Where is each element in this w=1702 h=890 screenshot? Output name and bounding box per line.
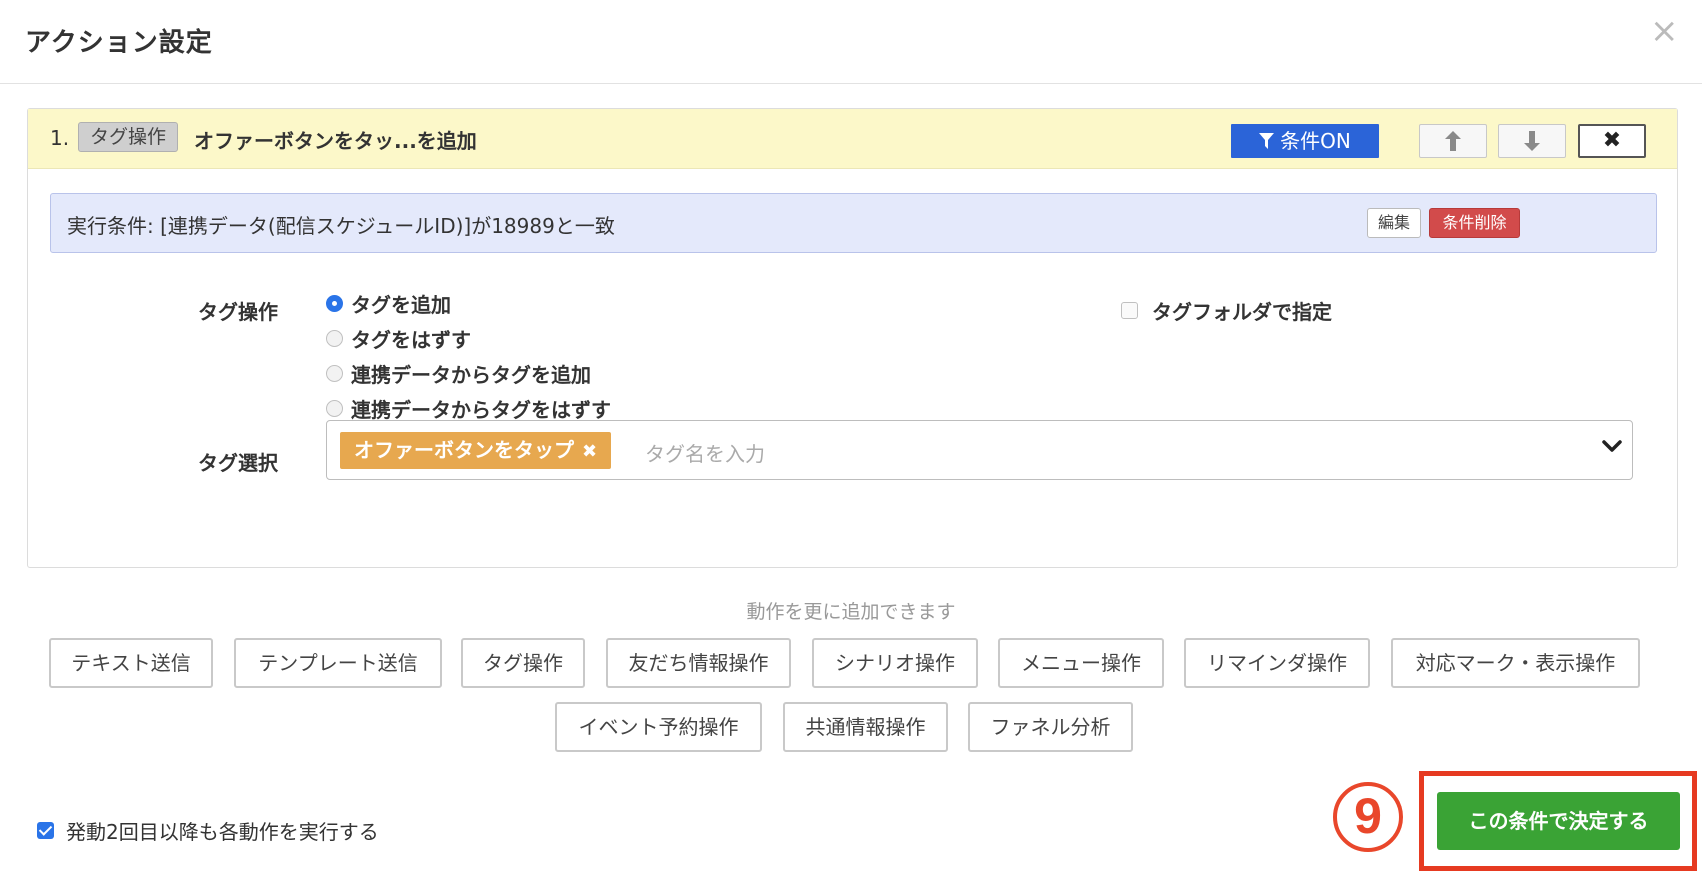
tag-select-input[interactable]: オファーボタンをタップ ✖ タグ名を入力: [326, 420, 1633, 480]
add-mark-display-button[interactable]: 対応マーク・表示操作: [1391, 638, 1640, 688]
tag-folder-label: タグフォルダで指定: [1152, 300, 1332, 324]
move-up-button[interactable]: [1419, 124, 1487, 158]
selected-tag-text: オファーボタンをタップ: [354, 438, 574, 462]
condition-bar: 実行条件: [連携データ(配信スケジュールID)]が18989と一致 編集 条件…: [50, 193, 1657, 253]
modal-header: アクション設定 ×: [0, 0, 1702, 84]
condition-on-button[interactable]: 条件ON: [1231, 124, 1379, 158]
radio-add-tag-from-data[interactable]: 連携データからタグを追加: [326, 359, 591, 388]
radio-button[interactable]: [326, 400, 343, 417]
action-title: オファーボタンをタッ...を追加: [194, 129, 477, 153]
checkbox-checked[interactable]: [37, 822, 54, 839]
tag-folder-checkbox[interactable]: タグフォルダで指定: [1121, 296, 1332, 325]
radio-label: 連携データからタグを追加: [351, 363, 591, 387]
delete-condition-button[interactable]: 条件削除: [1429, 208, 1520, 238]
add-funnel-analysis-button[interactable]: ファネル分析: [968, 702, 1133, 752]
move-down-button[interactable]: [1498, 124, 1566, 158]
radio-label: 連携データからタグをはずす: [351, 398, 611, 422]
add-text-send-button[interactable]: テキスト送信: [49, 638, 213, 688]
tag-select-label: タグ選択: [198, 451, 278, 475]
radio-add-tag[interactable]: タグを追加: [326, 289, 451, 318]
action-card: 1. タグ操作 オファーボタンをタッ...を追加 条件ON ✖ 実行条件: [連…: [27, 108, 1678, 568]
add-reminder-button[interactable]: リマインダ操作: [1184, 638, 1370, 688]
close-icon: ✖: [1602, 128, 1622, 153]
radio-button[interactable]: [326, 330, 343, 347]
tag-input-placeholder[interactable]: タグ名を入力: [645, 438, 765, 467]
chevron-down-icon[interactable]: [1601, 435, 1623, 457]
radio-remove-tag[interactable]: タグをはずす: [326, 324, 471, 353]
filter-icon: [1259, 133, 1275, 149]
repeat-label: 発動2回目以降も各動作を実行する: [66, 820, 379, 844]
condition-text: 実行条件: [連携データ(配信スケジュールID)]が18989と一致: [67, 214, 615, 238]
action-type-badge: タグ操作: [78, 122, 179, 152]
selected-tag-chip: オファーボタンをタップ ✖: [340, 432, 612, 469]
radio-button[interactable]: [326, 295, 343, 312]
step-marker-badge: 9: [1333, 782, 1403, 852]
remove-tag-icon[interactable]: ✖: [582, 441, 597, 462]
close-icon[interactable]: ×: [1650, 14, 1679, 48]
arrow-down-icon: [1524, 131, 1540, 151]
action-number: 1.: [50, 126, 70, 150]
add-menu-button[interactable]: メニュー操作: [998, 638, 1164, 688]
tag-operation-label: タグ操作: [198, 300, 278, 324]
edit-condition-button[interactable]: 編集: [1367, 208, 1421, 238]
checkbox[interactable]: [1121, 302, 1138, 319]
modal-title: アクション設定: [25, 28, 213, 58]
add-event-booking-button[interactable]: イベント予約操作: [555, 702, 762, 752]
radio-remove-tag-from-data[interactable]: 連携データからタグをはずす: [326, 394, 611, 423]
add-shared-info-button[interactable]: 共通情報操作: [783, 702, 948, 752]
add-template-send-button[interactable]: テンプレート送信: [234, 638, 442, 688]
repeat-checkbox[interactable]: 発動2回目以降も各動作を実行する: [37, 816, 379, 845]
radio-button[interactable]: [326, 365, 343, 382]
confirm-button[interactable]: この条件で決定する: [1437, 792, 1680, 850]
radio-label: タグをはずす: [351, 328, 471, 352]
add-friend-info-button[interactable]: 友だち情報操作: [606, 638, 791, 688]
add-scenario-button[interactable]: シナリオ操作: [812, 638, 978, 688]
radio-label: タグを追加: [351, 293, 451, 317]
add-more-hint: 動作を更に追加できます: [746, 601, 956, 623]
arrow-up-icon: [1445, 131, 1461, 151]
add-tag-operation-button[interactable]: タグ操作: [461, 638, 585, 688]
action-card-header: 1. タグ操作 オファーボタンをタッ...を追加 条件ON ✖: [28, 109, 1677, 169]
delete-action-button[interactable]: ✖: [1578, 124, 1646, 158]
condition-on-label: 条件ON: [1280, 129, 1351, 153]
